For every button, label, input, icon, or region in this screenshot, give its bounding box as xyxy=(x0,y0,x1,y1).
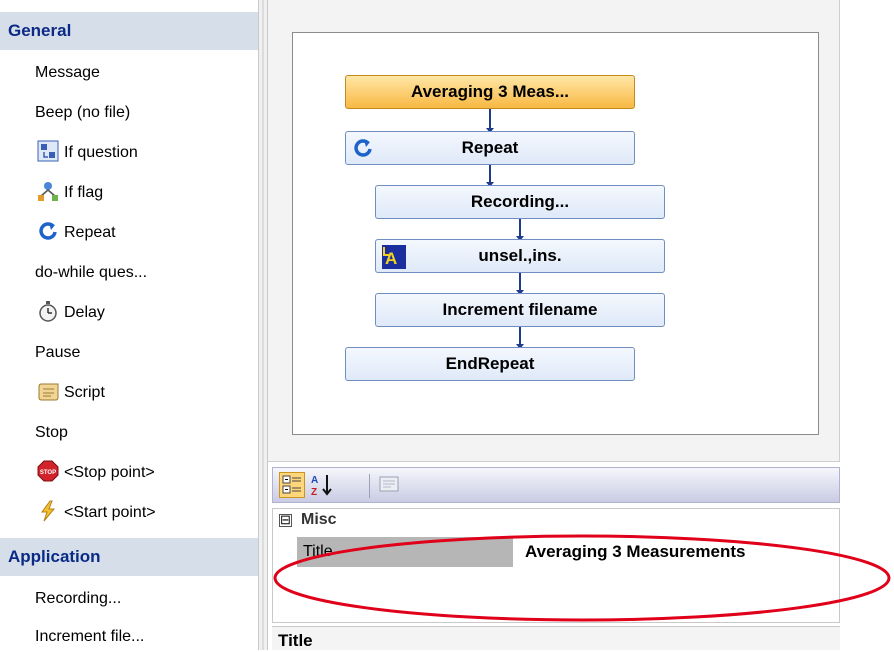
tool-item-repeat[interactable]: Repeat xyxy=(37,218,116,248)
workflow-step-recording[interactable]: Recording... xyxy=(375,185,665,219)
tool-item-if-flag[interactable]: If flag xyxy=(37,178,103,208)
tool-item-label: Delay xyxy=(64,304,105,321)
step-label: Increment filename xyxy=(442,300,598,319)
tool-item-label: Stop xyxy=(35,424,68,441)
step-label: Repeat xyxy=(461,138,519,157)
lightning-icon xyxy=(37,500,59,522)
connector xyxy=(516,219,524,241)
property-value[interactable]: Averaging 3 Measurements xyxy=(519,537,839,567)
connector xyxy=(516,273,524,295)
tool-item-delay[interactable]: Delay xyxy=(37,298,105,328)
toolbox-panel: General Message Beep (no file) If questi… xyxy=(0,0,258,650)
stopwatch-icon xyxy=(37,300,59,322)
tool-item-label: Beep (no file) xyxy=(35,104,131,121)
stop-sign-icon: STOP xyxy=(37,460,59,482)
tool-item-label: Pause xyxy=(35,344,81,361)
property-list: ⊟ Misc Title Averaging 3 Measurements xyxy=(272,508,840,623)
step-label: Averaging 3 Meas... xyxy=(410,82,570,101)
svg-text:A: A xyxy=(311,475,318,486)
section-header-general[interactable]: General xyxy=(0,12,258,50)
tool-item-beep[interactable]: Beep (no file) xyxy=(35,98,130,128)
tool-item-recording[interactable]: Recording... xyxy=(35,584,121,614)
tool-item-stop-point[interactable]: STOP <Stop point> xyxy=(37,458,155,488)
connector xyxy=(486,165,494,187)
workflow-step-repeat[interactable]: Repeat xyxy=(345,131,635,165)
svg-text:A: A xyxy=(385,249,397,268)
svg-text:STOP: STOP xyxy=(40,470,56,476)
if-flag-icon xyxy=(37,180,59,202)
step-label: unsel.,ins. xyxy=(478,246,562,265)
tool-item-pause[interactable]: Pause xyxy=(35,338,80,368)
property-grid: A Z ⊟ Misc Title Averaging 3 Measurement… xyxy=(268,462,894,650)
tool-item-label: Message xyxy=(35,64,100,81)
section-header-application[interactable]: Application xyxy=(0,538,258,576)
property-pages-icon xyxy=(377,476,401,500)
property-pages-button[interactable] xyxy=(377,472,403,498)
tool-item-label: Repeat xyxy=(64,224,116,241)
alphabetical-button[interactable]: A Z xyxy=(309,472,335,498)
property-description: Title xyxy=(272,626,840,650)
workflow-step-averaging[interactable]: Averaging 3 Meas... xyxy=(345,75,635,109)
repeat-icon xyxy=(352,137,374,159)
designer-pane: Averaging 3 Meas... Repeat Recording... xyxy=(268,0,894,650)
step-label: Recording... xyxy=(470,192,570,211)
tool-item-label: do-while ques... xyxy=(35,264,148,281)
property-row-title[interactable]: Title Averaging 3 Measurements xyxy=(297,537,839,567)
tool-item-start-point[interactable]: <Start point> xyxy=(37,498,156,528)
categorized-icon xyxy=(280,475,304,501)
designer-surface: Averaging 3 Meas... Repeat Recording... xyxy=(268,0,840,462)
tool-item-label: <Start point> xyxy=(64,504,156,521)
section-title: General xyxy=(8,21,72,40)
tool-item-label: Script xyxy=(64,384,105,401)
workflow-step-endrepeat[interactable]: EndRepeat xyxy=(345,347,635,381)
tool-item-label: Increment file... xyxy=(35,628,145,645)
tool-item-stop[interactable]: Stop xyxy=(35,418,68,448)
category-row-misc[interactable]: ⊟ Misc xyxy=(273,509,839,533)
panel-splitter[interactable] xyxy=(258,0,268,650)
description-title: Title xyxy=(278,631,313,650)
script-scroll-icon xyxy=(37,380,59,402)
workflow-canvas[interactable]: Averaging 3 Meas... Repeat Recording... xyxy=(292,32,819,435)
repeat-icon xyxy=(37,220,59,242)
tool-item-label: <Stop point> xyxy=(64,464,155,481)
collapse-icon[interactable]: ⊟ xyxy=(279,513,292,527)
workflow-step-increment-filename[interactable]: Increment filename xyxy=(375,293,665,327)
tool-item-label: Recording... xyxy=(35,590,122,607)
svg-text:Z: Z xyxy=(311,487,317,498)
workflow-step-unsel-ins[interactable]: A unsel.,ins. xyxy=(375,239,665,273)
toolbar-separator xyxy=(369,474,370,498)
tool-item-if-question[interactable]: If question xyxy=(37,138,138,168)
tool-item-do-while[interactable]: do-while ques... xyxy=(35,258,147,288)
step-label: EndRepeat xyxy=(445,354,535,373)
unsel-ins-icon: A xyxy=(382,245,406,269)
category-label: Misc xyxy=(301,511,337,528)
tool-item-message[interactable]: Message xyxy=(35,58,100,88)
tool-item-label: If flag xyxy=(64,184,104,201)
property-name[interactable]: Title xyxy=(297,537,513,567)
tool-item-script[interactable]: Script xyxy=(37,378,105,408)
tool-item-label: If question xyxy=(64,144,138,161)
tool-item-increment-file[interactable]: Increment file... xyxy=(35,622,144,652)
if-question-icon xyxy=(37,140,59,162)
categorized-button[interactable] xyxy=(279,472,305,498)
section-title: Application xyxy=(8,547,101,566)
sort-az-icon: A Z xyxy=(309,475,335,502)
connector xyxy=(486,109,494,133)
property-grid-toolbar: A Z xyxy=(272,467,840,503)
connector xyxy=(516,327,524,349)
